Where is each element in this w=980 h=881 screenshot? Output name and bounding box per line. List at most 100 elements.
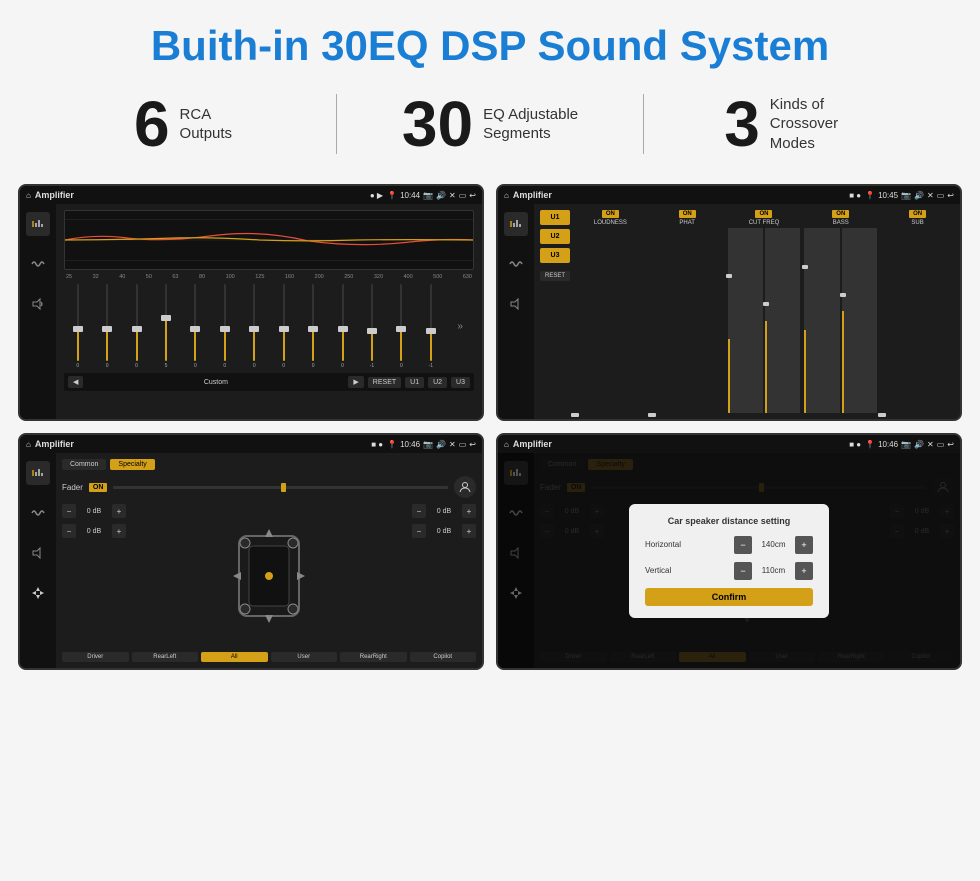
cross-col-phat: ON PHAT: [651, 210, 724, 413]
vol-side-icon-3[interactable]: [26, 541, 50, 565]
crossover-reset-btn[interactable]: RESET: [540, 271, 570, 281]
dialog-horizontal-plus[interactable]: +: [795, 536, 813, 554]
preset-u1[interactable]: U1: [540, 210, 570, 225]
eq-slider-7[interactable]: 0: [270, 284, 297, 369]
sub-label: SUB: [911, 220, 923, 226]
screen-dialog: ⌂ Amplifier ■ ● 📍10:46 📷🔊✕▭↩: [496, 433, 962, 670]
tab-common[interactable]: Common: [62, 459, 106, 470]
wave-icon[interactable]: [26, 252, 50, 276]
eq-icon-3[interactable]: [26, 461, 50, 485]
home-icon-1[interactable]: ⌂: [26, 191, 31, 200]
status-bar-1: ⌂ Amplifier ● ▶ 📍 10:44 📷 🔊 ✕ ▭ ↩: [20, 186, 482, 204]
eq-slider-8[interactable]: 0: [299, 284, 326, 369]
loudness-on-btn[interactable]: ON: [602, 210, 619, 218]
status-right-1: 📍 10:44 📷 🔊 ✕ ▭ ↩: [387, 191, 476, 200]
eq-prev-btn[interactable]: ◀: [68, 376, 83, 388]
vol-row-rr: − 0 dB +: [412, 524, 476, 538]
vol-side-icon-2[interactable]: [504, 292, 528, 316]
vol-icon-1: 🔊: [436, 191, 446, 200]
vol-side-icon[interactable]: [26, 292, 50, 316]
sub-on-btn[interactable]: ON: [909, 210, 926, 218]
fader-tabs: Common Specialty: [62, 459, 476, 470]
eq-slider-5[interactable]: 0: [211, 284, 238, 369]
eq-slider-1[interactable]: 0: [93, 284, 120, 369]
eq-slider-10[interactable]: -1: [358, 284, 385, 369]
phat-label: PHAT: [679, 220, 695, 226]
phat-on-btn[interactable]: ON: [679, 210, 696, 218]
eq-slider-expand[interactable]: »: [446, 284, 473, 369]
side-icons-3: [20, 453, 56, 668]
eq-slider-6[interactable]: 0: [241, 284, 268, 369]
dialog-title: Car speaker distance setting: [645, 516, 813, 526]
vol-row-rl: − 0 dB +: [62, 524, 126, 538]
vol-plus-fr[interactable]: +: [462, 504, 476, 518]
eq-reset-btn[interactable]: RESET: [368, 377, 401, 388]
fader-person-btn[interactable]: [454, 476, 476, 498]
home-icon-4[interactable]: ⌂: [504, 440, 509, 449]
bass-on-btn[interactable]: ON: [832, 210, 849, 218]
eq-slider-0[interactable]: 0: [64, 284, 91, 369]
screen-eq: ⌂ Amplifier ● ▶ 📍 10:44 📷 🔊 ✕ ▭ ↩: [18, 184, 484, 421]
stat-eq: 30 EQ Adjustable Segments: [347, 92, 633, 156]
status-bar-2: ⌂ Amplifier ■ ● 📍 10:45 📷🔊✕▭↩: [498, 186, 960, 204]
nav-user[interactable]: User: [271, 652, 338, 662]
cutfreq-on-btn[interactable]: ON: [755, 210, 772, 218]
dialog-horizontal-minus[interactable]: −: [734, 536, 752, 554]
vol-plus-fl[interactable]: +: [112, 504, 126, 518]
eq-u3-btn[interactable]: U3: [451, 377, 470, 388]
nav-driver[interactable]: Driver: [62, 652, 129, 662]
vol-row-fl: − 0 dB +: [62, 504, 126, 518]
app-name-4: Amplifier: [513, 439, 845, 449]
preset-u2[interactable]: U2: [540, 229, 570, 244]
eq-play-btn[interactable]: ▶: [348, 376, 363, 388]
arrows-icon-3[interactable]: [26, 581, 50, 605]
fader-on-btn[interactable]: ON: [89, 483, 108, 492]
tab-specialty[interactable]: Specialty: [110, 459, 154, 470]
vol-minus-fl[interactable]: −: [62, 504, 76, 518]
eq-icon-2[interactable]: [504, 212, 528, 236]
stat-crossover-text: Kinds of Crossover Modes: [770, 95, 870, 154]
vol-plus-rl[interactable]: +: [112, 524, 126, 538]
nav-rearright[interactable]: RearRight: [340, 652, 407, 662]
eq-slider-2[interactable]: 0: [123, 284, 150, 369]
home-icon-2[interactable]: ⌂: [504, 191, 509, 200]
eq-freq-labels: 253240506380100125160200250320400500630: [64, 274, 474, 280]
nav-copilot[interactable]: Copilot: [410, 652, 477, 662]
dialog-vertical-label: Vertical: [645, 566, 671, 575]
eq-u2-btn[interactable]: U2: [428, 377, 447, 388]
eq-icon[interactable]: [26, 212, 50, 236]
eq-slider-9[interactable]: 0: [329, 284, 356, 369]
eq-slider-11[interactable]: 0: [388, 284, 415, 369]
nav-rearleft[interactable]: RearLeft: [132, 652, 199, 662]
wave-icon-2[interactable]: [504, 252, 528, 276]
eq-slider-3[interactable]: 5: [152, 284, 179, 369]
home-icon-3[interactable]: ⌂: [26, 440, 31, 449]
stat-crossover-number: 3: [724, 92, 760, 156]
vol-minus-fr[interactable]: −: [412, 504, 426, 518]
nav-all[interactable]: All: [201, 652, 268, 662]
eq-content: 253240506380100125160200250320400500630 …: [56, 204, 482, 419]
vol-val-rr: 0 dB: [430, 528, 458, 535]
vol-plus-rr[interactable]: +: [462, 524, 476, 538]
screen-body-1: 253240506380100125160200250320400500630 …: [20, 204, 482, 419]
dialog-vertical-plus[interactable]: +: [795, 562, 813, 580]
eq-u1-btn[interactable]: U1: [405, 377, 424, 388]
dialog-confirm-button[interactable]: Confirm: [645, 588, 813, 606]
vol-minus-rr[interactable]: −: [412, 524, 426, 538]
vol-val-fl: 0 dB: [80, 508, 108, 515]
dialog-vertical-controls: − 110cm +: [734, 562, 813, 580]
status-right-2: 📍 10:45 📷🔊✕▭↩: [865, 191, 954, 200]
eq-slider-12[interactable]: -1: [417, 284, 444, 369]
vol-minus-rl[interactable]: −: [62, 524, 76, 538]
eq-slider-4[interactable]: 0: [182, 284, 209, 369]
page-container: Buith-in 30EQ DSP Sound System 6 RCA Out…: [0, 0, 980, 690]
crossover-presets: U1 U2 U3 RESET: [540, 210, 570, 413]
status-right-4: 📍10:46 📷🔊✕▭↩: [865, 440, 954, 449]
rect-icon-1: ▭: [459, 191, 467, 200]
wave-icon-3[interactable]: [26, 501, 50, 525]
stat-rca-text: RCA Outputs: [180, 105, 233, 144]
preset-u3[interactable]: U3: [540, 248, 570, 263]
dialog-vertical-minus[interactable]: −: [734, 562, 752, 580]
cutfreq-label: CUT FREQ: [749, 220, 780, 226]
loudness-label: LOUDNESS: [594, 220, 627, 226]
